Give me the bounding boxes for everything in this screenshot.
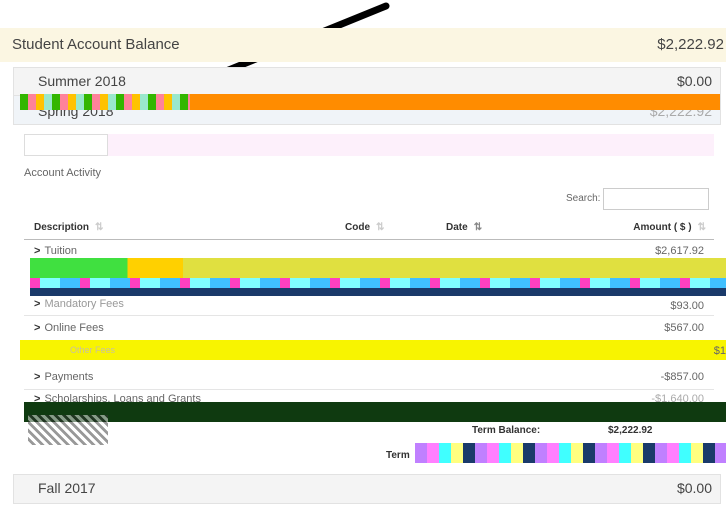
account-activity-title: Account Activity [24, 167, 102, 179]
column-description[interactable]: Description ⇅ [34, 222, 103, 233]
table-row-payments[interactable]: > Payments [34, 371, 93, 383]
row-description: Payments [44, 371, 94, 383]
table-row-online-fees[interactable]: > Online Fees [34, 322, 104, 334]
row-amount: $2,617.92 [655, 245, 704, 257]
table-row-tuition[interactable]: > Tuition [34, 245, 77, 257]
term-fall-2017[interactable] [13, 474, 721, 504]
term-fall-amount: $0.00 [676, 480, 712, 496]
row-divider [24, 315, 714, 316]
sort-icon: ⇅ [95, 222, 104, 233]
column-code-label: Code [345, 222, 370, 233]
corrupted-region [30, 288, 726, 296]
sort-icon: ⇅ [697, 222, 706, 233]
term-fall-label: Fall 2017 [38, 480, 96, 496]
row-divider [24, 389, 714, 390]
column-date-label: Date [446, 222, 468, 233]
column-code[interactable]: Code ⇅ [345, 222, 384, 233]
row-amount: -$857.00 [660, 371, 704, 383]
column-date[interactable]: Date ⇅ [446, 222, 482, 233]
chevron-right-icon: > [34, 245, 41, 257]
row-description: Other Fees [70, 345, 116, 355]
term-balance-value: $2,222.92 [608, 425, 653, 436]
row-description: Online Fees [44, 322, 104, 334]
row-description: Tuition [44, 245, 78, 257]
column-amount-label: Amount ( $ ) [633, 222, 692, 233]
row-description: Mandatory Fees [44, 298, 124, 310]
print-button[interactable] [24, 134, 108, 156]
account-balance-title: Student Account Balance [12, 36, 180, 53]
corrupted-region [20, 94, 190, 110]
corrupted-region [415, 443, 726, 463]
column-description-label: Description [34, 222, 90, 233]
column-amount[interactable]: Amount ( $ ) ⇅ [633, 222, 706, 233]
row-amount: $1 [713, 345, 726, 357]
corrupted-region [30, 278, 726, 288]
term-footer-label: Term [386, 450, 410, 461]
account-balance-amount: $2,222.92 [657, 36, 724, 53]
corrupted-region [24, 402, 726, 422]
row-amount: $93.00 [670, 300, 704, 312]
term-balance-label: Term Balance: [472, 425, 541, 436]
chevron-right-icon: > [34, 371, 41, 383]
corrupted-region [30, 258, 726, 278]
sort-icon: ⇅ [376, 222, 385, 233]
table-row-mandatory-fees[interactable]: > Mandatory Fees [34, 298, 124, 310]
term-summer-amount: $0.00 [676, 73, 712, 89]
chevron-right-icon: > [34, 298, 41, 310]
search-input[interactable] [603, 188, 709, 210]
header-divider [24, 239, 714, 240]
row-amount: $567.00 [664, 322, 704, 334]
corrupted-region [20, 340, 726, 360]
print-row [24, 134, 714, 156]
chevron-right-icon: > [34, 322, 41, 334]
search-label: Search: [566, 193, 601, 204]
corrupted-region [28, 415, 108, 445]
term-summer-label: Summer 2018 [38, 73, 126, 89]
table-row-other-fees[interactable]: Other Fees [70, 345, 115, 355]
sort-icon: ⇅ [473, 222, 483, 233]
